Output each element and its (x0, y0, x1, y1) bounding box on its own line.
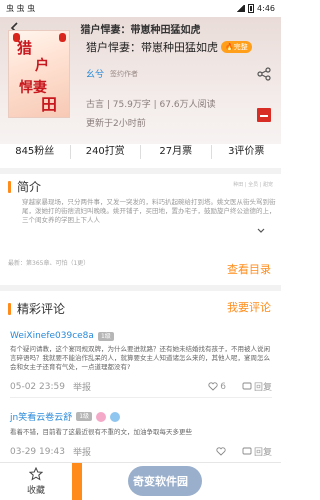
accent-bar (8, 180, 11, 193)
divider (0, 285, 281, 291)
star-icon (29, 467, 43, 481)
lantern-icon (59, 33, 66, 42)
clock: 4:46 (257, 4, 275, 13)
stat-fans[interactable]: 845粉丝 (0, 145, 71, 159)
comment-username[interactable]: jn笑看云卷云舒 (10, 410, 72, 423)
stats-row: 845粉丝 240打赏 27月票 3评价票 (0, 141, 281, 163)
stat-monthly-votes[interactable]: 27月票 (141, 145, 212, 159)
level-badge: 1级 (76, 412, 93, 421)
heart-icon (216, 447, 226, 456)
comment-user: jn笑看云卷云舒 1级 (10, 410, 121, 423)
comment-icon (242, 382, 252, 390)
report-link[interactable]: 举报 (73, 380, 91, 393)
book-cover[interactable]: 猎 户 悍妻 田虎 (8, 30, 70, 118)
medal-icon (110, 411, 121, 422)
heart-icon (208, 382, 218, 391)
title-row: 猎户悍妻：带崽种田猛如虎 🔥完整 (86, 39, 252, 55)
author-row: 幺兮 签约作者 (86, 67, 139, 81)
accent-bar (8, 302, 11, 315)
write-comment-link[interactable]: 我要评论 (227, 299, 271, 315)
comment-user: WeiXinefe039ce8a 1级 (10, 331, 114, 341)
level-badge: 1级 (97, 331, 114, 341)
like-count: 6 (220, 381, 226, 392)
comment-date: 05-02 23:59 (10, 381, 65, 392)
book-meta: 古言 | 75.9万字 | 67.6万人阅读 (86, 100, 216, 110)
medal-icon (96, 411, 107, 422)
read-button[interactable] (72, 463, 82, 500)
stat-tips[interactable]: 240打赏 (71, 145, 141, 159)
reply-button[interactable]: 回复 (242, 445, 272, 458)
signal-icon (236, 5, 246, 12)
cover-char-4: 田虎 (41, 95, 58, 114)
comment-icon (242, 447, 252, 455)
comments-title: 精彩评论 (17, 302, 66, 316)
report-link[interactable]: 举报 (73, 445, 91, 458)
reply-button[interactable]: 回复 (242, 380, 272, 393)
latest-chapter[interactable]: 最新：第365章、可怕（1更） (8, 258, 89, 267)
collect-label: 收藏 (26, 486, 45, 496)
intro-title: 简介 (17, 180, 42, 194)
cover-char-2: 户 (35, 58, 49, 74)
comment-date: 03-29 19:43 (10, 446, 65, 457)
comment-text[interactable]: 有个疑问请教，这个宴同规双牌，为什么要进就路？还有她未结婚找有孩子，不用被人说闲… (10, 345, 272, 372)
comment-text[interactable]: 看着不错，目前看了这最近很有不重的文，加油争取每天多更些 (10, 428, 272, 437)
notification-icons: 虫 虫 虫 (6, 4, 36, 13)
chevron-down-icon[interactable] (257, 228, 265, 234)
author-tag: 签约作者 (110, 69, 139, 78)
reply-label: 回复 (253, 448, 272, 458)
book-title: 猎户悍妻：带崽种田猛如虎 (86, 41, 218, 54)
catalog-link[interactable]: 查看目录 (227, 261, 271, 277)
collect-button[interactable]: 收藏 (16, 467, 56, 496)
divider (0, 168, 281, 174)
like-button[interactable]: 6 (208, 382, 226, 392)
intro-tags: 种田 | 全员 | 甜宠 (233, 182, 273, 188)
status-badge: 🔥完整 (221, 41, 252, 53)
stat-review-votes[interactable]: 3评价票 (212, 145, 282, 159)
gift-icon[interactable] (257, 108, 271, 122)
watermark-text: 奇变软件园 (133, 475, 188, 488)
share-icon[interactable] (257, 67, 271, 81)
update-time: 更新于2小时前 (86, 119, 146, 129)
comment-footer: 05-02 23:59 举报 6 回复 (10, 380, 272, 394)
author-link[interactable]: 幺兮 (86, 67, 104, 80)
comment-footer: 03-29 19:43 举报 回复 (10, 445, 272, 459)
intro-heading: 简介 (8, 178, 41, 195)
comment-username[interactable]: WeiXinefe039ce8a (10, 331, 94, 341)
comments-heading: 精彩评论 (8, 300, 65, 317)
status-right: 4:46 (236, 4, 275, 13)
battery-icon (248, 4, 255, 13)
comment-separator (10, 397, 272, 398)
reply-label: 回复 (253, 383, 272, 393)
intro-text: 穿越家暴现场，只分两件事，又发一突发的，料巧扒起碗给打到塔。姚文医从街头骂到街尾… (22, 198, 276, 224)
cover-char-1: 猎 (17, 39, 33, 57)
status-bar: 虫 虫 虫 4:46 (0, 0, 281, 17)
like-button[interactable] (216, 447, 226, 456)
